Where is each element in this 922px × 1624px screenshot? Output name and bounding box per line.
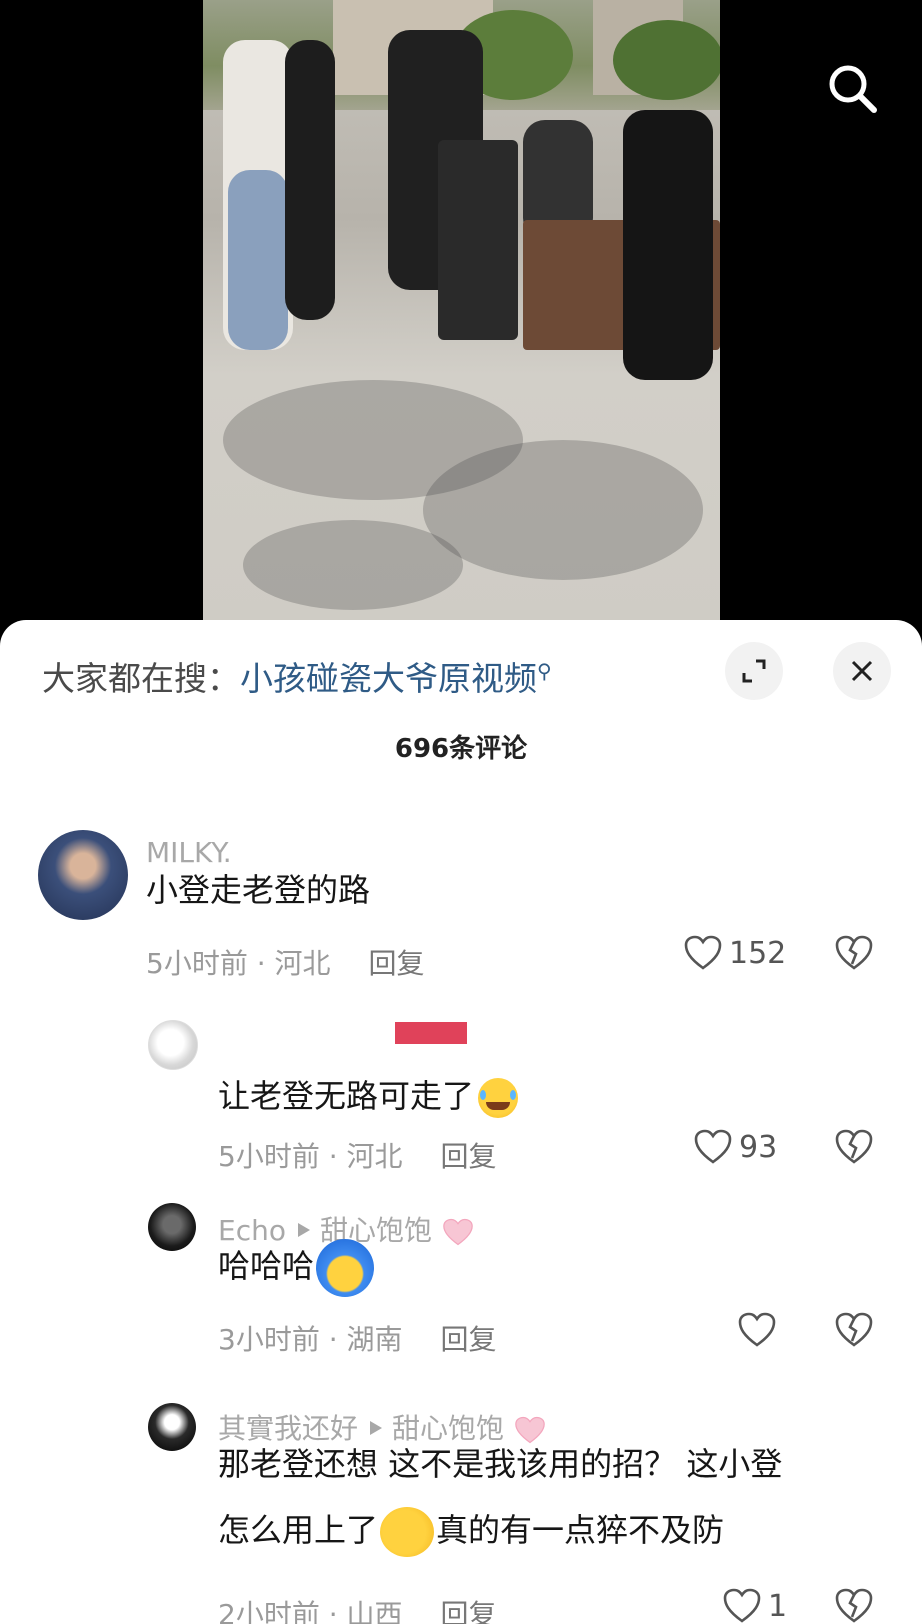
avatar[interactable] bbox=[148, 1203, 196, 1251]
tears-of-joy-emoji bbox=[478, 1078, 519, 1118]
heart-icon bbox=[684, 935, 722, 970]
comment-location: 湖南 bbox=[346, 1323, 403, 1356]
comment-count: 696条评论 bbox=[394, 734, 528, 764]
comment-text-line-2: 怎么用上了 真的有一点猝不及防 bbox=[218, 1497, 724, 1563]
heart-icon bbox=[723, 1588, 761, 1623]
comment-meta: 5小时前 · 河北 回复 bbox=[218, 1140, 497, 1173]
avatar[interactable] bbox=[38, 830, 128, 920]
reply-button[interactable]: 回复 bbox=[441, 1140, 497, 1173]
redacted-username-mark bbox=[395, 1022, 467, 1044]
comment-time: 2小时前 bbox=[218, 1598, 320, 1624]
like-button[interactable]: 152 bbox=[683, 934, 786, 972]
close-button[interactable] bbox=[833, 642, 891, 700]
comment-meta: 3小时前 · 湖南 回复 bbox=[218, 1323, 497, 1356]
comment-location: 河北 bbox=[346, 1140, 403, 1173]
shy-face-emoji bbox=[316, 1239, 375, 1297]
reply-button[interactable]: 回复 bbox=[441, 1323, 497, 1356]
expand-icon bbox=[742, 659, 766, 683]
avatar[interactable] bbox=[148, 1403, 196, 1451]
comment-time: 5小时前 bbox=[146, 947, 248, 980]
close-icon bbox=[851, 660, 873, 682]
video-player[interactable] bbox=[0, 0, 922, 640]
dislike-button[interactable] bbox=[834, 1128, 874, 1170]
comment-text: 小登走老登的路 bbox=[146, 871, 371, 909]
broken-heart-icon bbox=[835, 1129, 873, 1164]
pink-heart-icon bbox=[443, 1218, 473, 1246]
search-icon[interactable] bbox=[822, 58, 882, 118]
broken-heart-icon bbox=[835, 935, 873, 970]
comment-meta: 2小时前 · 山西 回复 bbox=[218, 1593, 497, 1624]
comment-sheet: 大家都在搜：小孩碰瓷大爷原视频⚲ 696条评论 MILKY. 小登走老登的路 5… bbox=[0, 620, 922, 1624]
comment-time: 5小时前 bbox=[218, 1140, 320, 1173]
comment-meta: 5小时前 · 河北 回复 bbox=[146, 947, 425, 980]
heart-icon bbox=[694, 1129, 732, 1164]
like-button[interactable]: 93 bbox=[693, 1128, 777, 1166]
dislike-button[interactable] bbox=[834, 1311, 874, 1353]
heart-icon bbox=[738, 1312, 776, 1347]
comment-text: 让老登无路可走了 bbox=[218, 1063, 519, 1129]
comment-time: 3小时前 bbox=[218, 1323, 320, 1356]
magnifier-icon: ⚲ bbox=[537, 659, 552, 683]
trending-query-link[interactable]: 小孩碰瓷大爷原视频 bbox=[240, 659, 537, 698]
like-count: 1 bbox=[768, 1588, 788, 1624]
trending-prefix: 大家都在搜： bbox=[42, 659, 240, 698]
like-count: 152 bbox=[729, 935, 787, 971]
comment-text: 哈哈哈 bbox=[218, 1233, 375, 1299]
trending-search[interactable]: 大家都在搜：小孩碰瓷大爷原视频⚲ bbox=[42, 652, 552, 700]
comment-text-line-1: 那老登还想 这不是我该用的招？ 这小登 bbox=[218, 1445, 783, 1483]
reply-button[interactable]: 回复 bbox=[369, 947, 425, 980]
broken-heart-icon bbox=[835, 1588, 873, 1623]
video-frame bbox=[203, 0, 720, 625]
reply-button[interactable]: 回复 bbox=[441, 1598, 497, 1624]
like-button[interactable]: 1 bbox=[722, 1587, 787, 1624]
broken-heart-icon bbox=[835, 1312, 873, 1347]
facepalm-emoji bbox=[380, 1507, 435, 1557]
like-button[interactable] bbox=[737, 1311, 783, 1349]
dislike-button[interactable] bbox=[834, 1587, 874, 1624]
avatar[interactable] bbox=[148, 1020, 198, 1070]
dislike-button[interactable] bbox=[834, 934, 874, 976]
comment-location: 山西 bbox=[346, 1598, 403, 1624]
like-count: 93 bbox=[739, 1129, 778, 1165]
expand-button[interactable] bbox=[725, 642, 783, 700]
comment-location: 河北 bbox=[274, 947, 331, 980]
